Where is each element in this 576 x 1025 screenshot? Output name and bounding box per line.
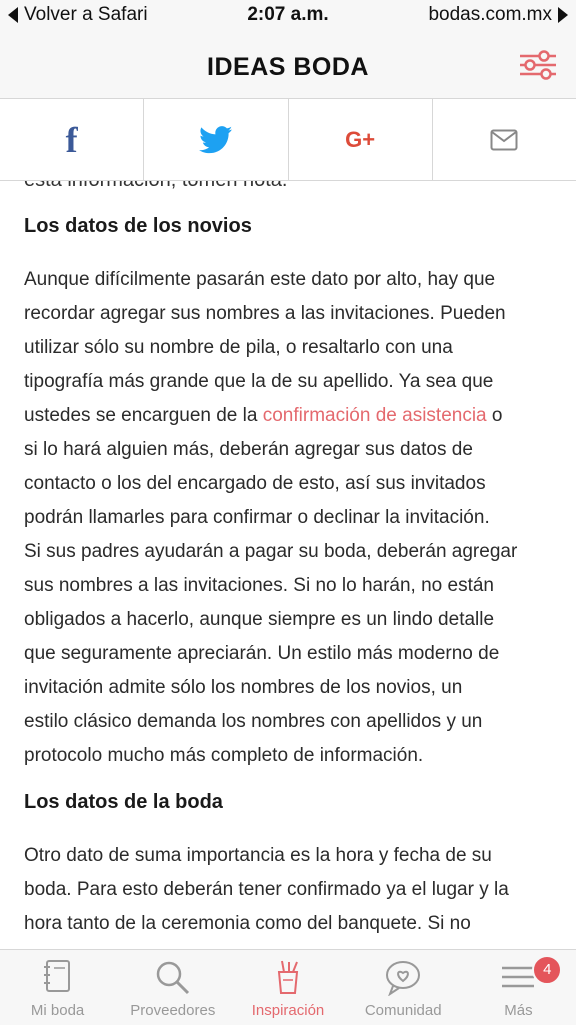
text-segment: o — [486, 405, 503, 426]
paragraph-boda: Otro dato de suma importancia es la hora… — [24, 839, 554, 941]
tab-label: Más — [504, 1002, 533, 1019]
filter-sliders-icon[interactable] — [518, 48, 558, 82]
notebook-icon — [43, 960, 70, 992]
text-line: boda. Para esto deberán tener confirmado… — [24, 879, 509, 900]
status-bar: Volver a Safari 2:07 a.m. bodas.com.mx — [0, 0, 576, 34]
tab-comunidad[interactable]: Comunidad — [346, 950, 461, 1025]
facebook-icon: f — [65, 119, 78, 160]
google-plus-icon: G+ — [345, 126, 376, 152]
page-title: IDEAS BODA — [207, 53, 369, 81]
mail-icon — [490, 129, 518, 150]
tab-mas[interactable]: 4 Más — [461, 950, 576, 1025]
tab-label: Proveedores — [130, 1002, 216, 1019]
tab-proveedores[interactable]: Proveedores — [115, 950, 230, 1025]
tab-inspiracion[interactable]: Inspiración — [230, 950, 345, 1025]
text-line: podrán llamarles para confirmar o declin… — [24, 507, 490, 528]
text-line: obligados a hacerlo, aunque siempre es u… — [24, 609, 495, 630]
section-title-boda: Los datos de la boda — [24, 791, 223, 813]
text-line: hora tanto de la ceremonia como del banq… — [24, 913, 471, 934]
text-line: protocolo mucho más completo de informac… — [24, 745, 424, 766]
text-line: Si sus padres ayudarán a pagar su boda, … — [24, 541, 518, 562]
twitter-icon — [198, 125, 233, 153]
text-line: Aunque difícilmente pasarán este dato po… — [24, 269, 496, 290]
forward-arrow-icon — [558, 7, 568, 23]
text-line: contacto o los del encargado de esto, as… — [24, 473, 486, 494]
text-line: invitación admite sólo los nombres de lo… — [24, 677, 463, 698]
tab-mi-boda[interactable]: Mi boda — [0, 950, 115, 1025]
text-line: si lo hará alguien más, deberán agregar … — [24, 439, 473, 460]
tab-label: Inspiración — [251, 1002, 325, 1019]
share-twitter-button[interactable] — [144, 99, 289, 180]
article-text-partial: esta información, tomen nota. — [24, 181, 287, 192]
section-title-novios: Los datos de los novios — [24, 215, 252, 237]
share-google-plus-button[interactable]: G+ — [289, 99, 433, 180]
text-line: estilo clásico demanda los nombres con a… — [24, 711, 483, 732]
share-bar: f G+ — [0, 99, 576, 181]
text-segment: ustedes se encarguen de la — [24, 405, 263, 426]
confirmacion-asistencia-link[interactable]: confirmación de asistencia — [263, 405, 487, 426]
tab-label: Comunidad — [364, 1002, 442, 1019]
text-line-with-link: ustedes se encarguen de la confirmación … — [24, 399, 554, 433]
share-email-button[interactable] — [433, 99, 576, 180]
bottom-tab-bar: Mi boda Proveedores Inspiración Comunida… — [0, 949, 576, 1025]
search-icon — [156, 961, 189, 995]
text-line: recordar agregar sus nombres a las invit… — [24, 303, 506, 324]
share-facebook-button[interactable]: f — [0, 99, 145, 180]
text-line: Otro dato de suma importancia es la hora… — [24, 845, 492, 866]
text-line: tipografía más grande que la de su apell… — [24, 371, 494, 392]
text-line: utilizar sólo su nombre de pila, o resal… — [24, 337, 453, 358]
site-link[interactable]: bodas.com.mx — [428, 4, 568, 26]
article-content: esta información, tomen nota. Los datos … — [0, 181, 576, 949]
app-header: IDEAS BODA — [0, 34, 576, 99]
text-line: sus nombres a las invitaciones. Si no lo… — [24, 575, 494, 596]
notification-badge: 4 — [532, 955, 563, 985]
tab-label: Mi boda — [30, 1002, 85, 1019]
inspiration-icon — [277, 960, 299, 994]
community-icon — [386, 961, 421, 996]
text-line: que seguramente apreciarán. Un estilo má… — [24, 643, 500, 664]
site-label: bodas.com.mx — [428, 4, 552, 25]
paragraph-novios: Aunque difícilmente pasarán este dato po… — [24, 263, 554, 773]
